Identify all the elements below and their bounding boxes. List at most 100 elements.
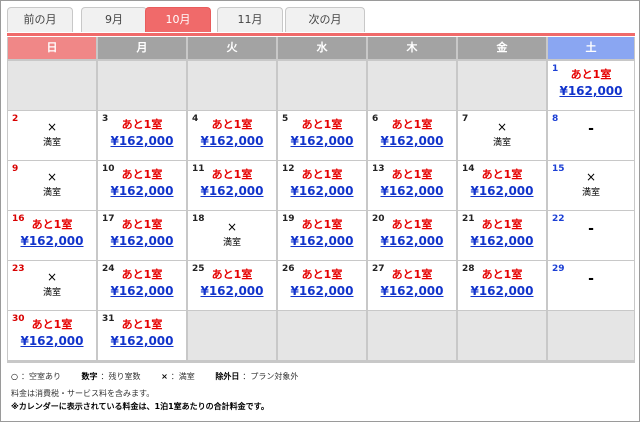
full-mark-icon: ×	[585, 170, 597, 184]
availability-status: あと1室	[481, 268, 523, 281]
availability-status: あと1室	[570, 68, 612, 81]
availability-status: あと1室	[31, 318, 73, 331]
full-label: 満室	[42, 138, 61, 148]
availability-status: あと1室	[301, 168, 343, 181]
availability-status: あと1室	[391, 118, 433, 131]
calendar-empty-cell	[278, 311, 366, 360]
availability-status: あと1室	[301, 118, 343, 131]
calendar-day-cell: 4 あと1室 ¥162,000	[188, 111, 276, 160]
legend-text: ：満室	[170, 372, 195, 381]
availability-status: あと1室	[121, 118, 163, 131]
availability-status: あと1室	[211, 168, 253, 181]
price-link[interactable]: ¥162,000	[368, 184, 456, 198]
calendar-empty-cell	[458, 61, 546, 110]
availability-status: あと1室	[121, 218, 163, 231]
price-link[interactable]: ¥162,000	[278, 284, 366, 298]
price-link[interactable]: ¥162,000	[458, 284, 546, 298]
price-link[interactable]: ¥162,000	[278, 134, 366, 148]
price-link[interactable]: ¥162,000	[98, 134, 186, 148]
calendar-day-cell: 17 あと1室 ¥162,000	[98, 211, 186, 260]
calendar-day-cell: 18 × 満室	[188, 211, 276, 260]
excluded-mark: -	[588, 221, 594, 237]
calendar-empty-cell	[548, 311, 634, 360]
calendar-day-cell: 28 あと1室 ¥162,000	[458, 261, 546, 310]
full-mark-icon: ×	[46, 270, 58, 284]
availability-status: あと1室	[31, 218, 73, 231]
calendar-day-cell: 11 あと1室 ¥162,000	[188, 161, 276, 210]
calendar-empty-cell	[458, 311, 546, 360]
full-label: 満室	[581, 188, 600, 198]
availability-status: あと1室	[481, 218, 523, 231]
price-link[interactable]: ¥162,000	[98, 284, 186, 298]
calendar-day-cell: 22-	[548, 211, 634, 260]
weekday-header: 水	[278, 37, 366, 59]
price-link[interactable]: ¥162,000	[278, 234, 366, 248]
price-link[interactable]: ¥162,000	[8, 234, 96, 248]
calendar-day-cell: 8-	[548, 111, 634, 160]
legend-text: ：プラン対象外	[242, 372, 299, 381]
calendar-day-cell: 23 × 満室	[8, 261, 96, 310]
excluded-mark: -	[588, 121, 594, 137]
availability-status: あと1室	[211, 268, 253, 281]
full-label: 満室	[42, 188, 61, 198]
tab-next-month[interactable]: 次の月	[285, 7, 365, 32]
tab-november[interactable]: 11月	[217, 7, 283, 32]
availability-status: あと1室	[301, 218, 343, 231]
price-link[interactable]: ¥162,000	[458, 184, 546, 198]
legend-text: ：空室あり	[20, 372, 61, 381]
calendar-day-cell: 10 あと1室 ¥162,000	[98, 161, 186, 210]
price-link[interactable]: ¥162,000	[8, 334, 96, 348]
availability-status: あと1室	[391, 268, 433, 281]
price-link[interactable]: ¥162,000	[98, 184, 186, 198]
availability-status: あと1室	[301, 268, 343, 281]
price-link[interactable]: ¥162,000	[368, 234, 456, 248]
legend: ○ ：空室あり 数字 ：残り室数 × ：満室 除外日 ：プラン対象外	[11, 371, 316, 382]
calendar-grid: 日月火水木金土 1 あと1室 ¥162,000 2 × 満室 3 あと1室 ¥162,000 4 あと…	[7, 37, 635, 363]
calendar-day-cell: 26 あと1室 ¥162,000	[278, 261, 366, 310]
calendar-day-cell: 27 あと1室 ¥162,000	[368, 261, 456, 310]
calendar-day-cell: 3 あと1室 ¥162,000	[98, 111, 186, 160]
full-label: 満室	[42, 288, 61, 298]
price-link[interactable]: ¥162,000	[188, 284, 276, 298]
calendar-day-cell: 15 × 満室	[548, 161, 634, 210]
legend-key: 数字	[81, 372, 98, 381]
legend-remaining: 数字 ：残り室数	[82, 371, 141, 382]
tab-october[interactable]: 10月	[145, 7, 211, 32]
price-link[interactable]: ¥162,000	[188, 134, 276, 148]
legend-full: × ：満室	[161, 371, 195, 382]
tab-september[interactable]: 9月	[81, 7, 147, 32]
calendar-empty-cell	[188, 61, 276, 110]
calendar-empty-cell	[278, 61, 366, 110]
availability-status: あと1室	[391, 218, 433, 231]
price-link[interactable]: ¥162,000	[368, 134, 456, 148]
price-link[interactable]: ¥162,000	[458, 234, 546, 248]
excluded-mark: -	[588, 271, 594, 287]
full-label: 満室	[222, 238, 241, 248]
legend-key: 除外日	[215, 372, 240, 381]
availability-status: あと1室	[121, 168, 163, 181]
price-link[interactable]: ¥162,000	[98, 334, 186, 348]
weekday-header: 火	[188, 37, 276, 59]
price-link[interactable]: ¥162,000	[188, 184, 276, 198]
price-link[interactable]: ¥162,000	[278, 184, 366, 198]
calendar-empty-cell	[98, 61, 186, 110]
full-label: 満室	[492, 138, 511, 148]
calendar-day-cell: 20 あと1室 ¥162,000	[368, 211, 456, 260]
calendar-day-cell: 19 あと1室 ¥162,000	[278, 211, 366, 260]
calendar-day-cell: 31 あと1室 ¥162,000	[98, 311, 186, 360]
calendar-day-cell: 6 あと1室 ¥162,000	[368, 111, 456, 160]
tab-prev-month[interactable]: 前の月	[7, 7, 73, 32]
calendar-day-cell: 7 × 満室	[458, 111, 546, 160]
legend-text: ：残り室数	[100, 372, 141, 381]
legend-excluded: 除外日 ：プラン対象外	[215, 371, 298, 382]
price-link[interactable]: ¥162,000	[368, 284, 456, 298]
calendar-day-cell: 30 あと1室 ¥162,000	[8, 311, 96, 360]
tab-underline	[7, 33, 635, 36]
weekday-header: 木	[368, 37, 456, 59]
full-mark-icon: ×	[46, 120, 58, 134]
price-link[interactable]: ¥162,000	[548, 84, 634, 98]
legend-key: ×	[161, 372, 168, 381]
availability-status: あと1室	[481, 168, 523, 181]
calendar-day-cell: 25 あと1室 ¥162,000	[188, 261, 276, 310]
price-link[interactable]: ¥162,000	[98, 234, 186, 248]
